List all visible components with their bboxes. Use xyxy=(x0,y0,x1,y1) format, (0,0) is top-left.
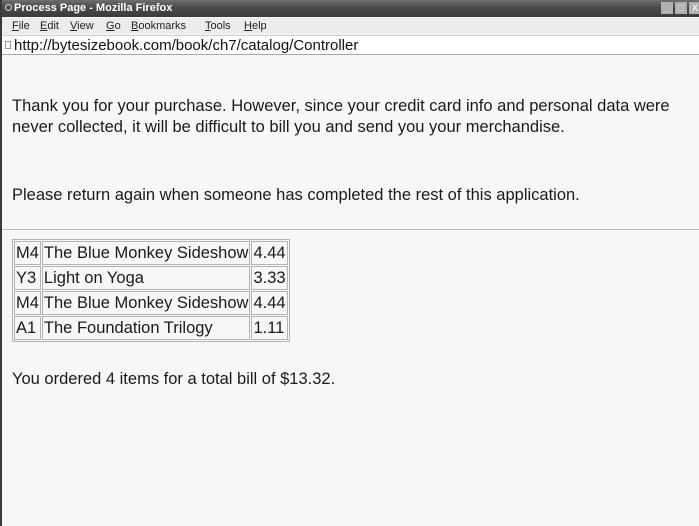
item-price: 4.44 xyxy=(251,241,288,265)
menu-tools[interactable]: Tools xyxy=(205,18,231,34)
menu-bar: File Edit View Go Bookmarks Tools Help xyxy=(2,18,699,34)
order-items-table: M4 The Blue Monkey Sideshow 4.44 Y3 Ligh… xyxy=(12,239,290,342)
item-code: M4 xyxy=(14,241,41,265)
maximize-button[interactable]: □ xyxy=(675,2,687,14)
return-message: Please return again when someone has com… xyxy=(12,186,580,204)
item-code: A1 xyxy=(14,316,41,340)
window-controls: _ □ X xyxy=(661,2,699,15)
menu-help[interactable]: Help xyxy=(244,18,267,34)
purchase-message: Thank you for your purchase. However, si… xyxy=(12,97,670,136)
menu-edit[interactable]: Edit xyxy=(40,18,59,34)
table-row: A1 The Foundation Trilogy 1.11 xyxy=(14,316,288,340)
window-title: Process Page - Mozilla Firefox xyxy=(14,2,173,14)
item-code: M4 xyxy=(14,291,41,315)
item-price: 1.11 xyxy=(251,316,288,340)
page-icon xyxy=(5,41,11,49)
menu-file[interactable]: File xyxy=(12,18,30,34)
item-title: The Blue Monkey Sideshow xyxy=(41,291,251,315)
minimize-button[interactable]: _ xyxy=(661,2,673,14)
title-bar: Process Page - Mozilla Firefox _ □ X xyxy=(2,0,699,17)
table-row: M4 The Blue Monkey Sideshow 4.44 xyxy=(14,291,288,315)
menu-view[interactable]: View xyxy=(70,18,94,34)
address-bar[interactable]: http://bytesizebook.com/book/ch7/catalog… xyxy=(2,35,699,55)
order-total-message: You ordered 4 items for a total bill of … xyxy=(12,370,336,388)
table-row: Y3 Light on Yoga 3.33 xyxy=(14,266,288,290)
item-title: Light on Yoga xyxy=(41,266,251,290)
table-row: M4 The Blue Monkey Sideshow 4.44 xyxy=(14,241,288,265)
item-price: 3.33 xyxy=(251,266,288,290)
url-text[interactable]: http://bytesizebook.com/book/ch7/catalog… xyxy=(14,36,358,55)
item-title: The Foundation Trilogy xyxy=(41,316,251,340)
firefox-icon xyxy=(5,4,12,11)
menu-bookmarks[interactable]: Bookmarks xyxy=(131,18,186,34)
item-title: The Blue Monkey Sideshow xyxy=(41,241,251,265)
horizontal-rule xyxy=(2,229,699,231)
close-button[interactable]: X xyxy=(689,2,699,14)
item-code: Y3 xyxy=(14,266,41,290)
page-content: Thank you for your purchase. However, si… xyxy=(2,56,699,526)
browser-window: Process Page - Mozilla Firefox _ □ X Fil… xyxy=(0,0,699,526)
menu-go[interactable]: Go xyxy=(106,18,121,34)
item-price: 4.44 xyxy=(251,291,288,315)
